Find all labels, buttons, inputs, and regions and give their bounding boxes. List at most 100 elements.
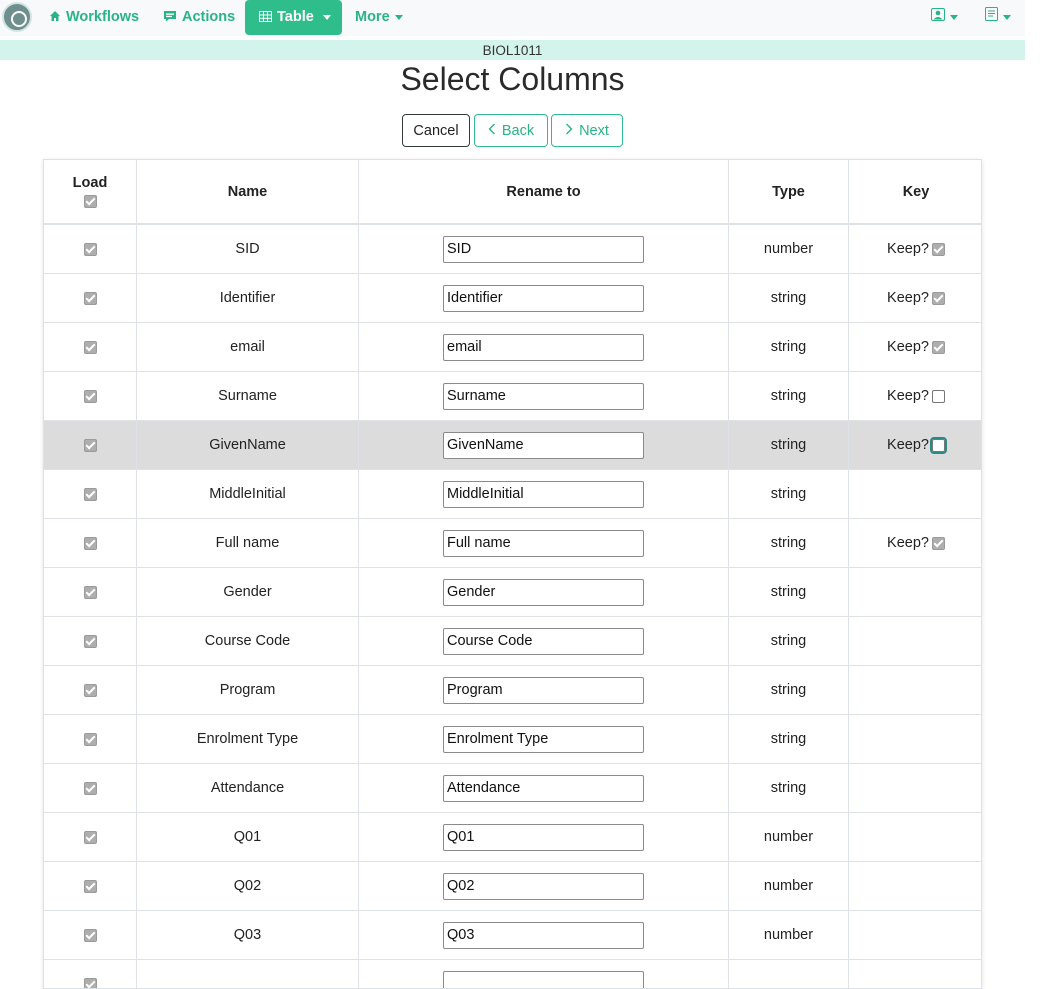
load-cell <box>44 519 137 567</box>
user-menu[interactable] <box>931 0 958 35</box>
load-checkbox[interactable] <box>84 439 97 452</box>
column-type <box>729 960 849 989</box>
column-type: string <box>729 666 849 714</box>
rename-input[interactable] <box>443 873 644 900</box>
nav-actions[interactable]: Actions <box>163 0 235 35</box>
key-cell: Keep? <box>849 323 982 371</box>
rename-cell <box>359 372 729 420</box>
next-button[interactable]: Next <box>551 114 623 147</box>
nav-workflows[interactable]: Workflows <box>49 0 139 35</box>
load-checkbox[interactable] <box>84 880 97 893</box>
rename-cell <box>359 323 729 371</box>
select-all-checkbox[interactable] <box>84 195 97 208</box>
chevron-left-icon <box>488 123 496 139</box>
column-name: Gender <box>137 568 359 616</box>
column-type: string <box>729 274 849 322</box>
keep-checkbox[interactable] <box>932 243 945 256</box>
rename-input[interactable] <box>443 677 644 704</box>
rename-input[interactable] <box>443 481 644 508</box>
header-load-label: Load <box>73 175 108 191</box>
rename-cell <box>359 421 729 469</box>
keep-checkbox[interactable] <box>932 292 945 305</box>
rename-input[interactable] <box>443 236 644 263</box>
cancel-button[interactable]: Cancel <box>402 114 470 147</box>
table-row: MiddleInitialstring <box>44 470 982 519</box>
load-checkbox[interactable] <box>84 586 97 599</box>
app-logo[interactable] <box>2 2 32 32</box>
keep-checkbox[interactable] <box>932 390 945 403</box>
load-cell <box>44 274 137 322</box>
load-checkbox[interactable] <box>84 733 97 746</box>
rename-cell <box>359 813 729 861</box>
page-title: Select Columns <box>0 61 1025 98</box>
table-row: emailstringKeep? <box>44 323 982 372</box>
rename-input[interactable] <box>443 922 644 949</box>
rename-input[interactable] <box>443 432 644 459</box>
rename-input[interactable] <box>443 579 644 606</box>
keep-checkbox[interactable] <box>932 439 945 452</box>
load-cell <box>44 323 137 371</box>
rename-input[interactable] <box>443 383 644 410</box>
docs-menu[interactable] <box>985 0 1011 35</box>
table-row: Q02number <box>44 862 982 911</box>
keep-label: Keep? <box>887 241 929 257</box>
keep-checkbox[interactable] <box>932 341 945 354</box>
back-label: Back <box>502 123 534 139</box>
header-load: Load <box>44 160 137 223</box>
table-row: Attendancestring <box>44 764 982 813</box>
load-checkbox[interactable] <box>84 341 97 354</box>
nav-table-label: Table <box>277 0 314 35</box>
column-type: number <box>729 225 849 273</box>
key-cell <box>849 764 982 812</box>
load-checkbox[interactable] <box>84 978 97 989</box>
nav-table[interactable]: Table <box>245 0 342 35</box>
header-type: Type <box>729 160 849 223</box>
load-checkbox[interactable] <box>84 390 97 403</box>
rename-input[interactable] <box>443 726 644 753</box>
key-cell: Keep? <box>849 274 982 322</box>
table-icon <box>259 0 272 35</box>
column-type: string <box>729 470 849 518</box>
load-checkbox[interactable] <box>84 488 97 501</box>
rename-input[interactable] <box>443 775 644 802</box>
rename-cell <box>359 862 729 910</box>
rename-input[interactable] <box>443 824 644 851</box>
course-bar: BIOL1011 <box>0 40 1025 60</box>
load-checkbox[interactable] <box>84 782 97 795</box>
load-checkbox[interactable] <box>84 292 97 305</box>
column-name: Course Code <box>137 617 359 665</box>
load-checkbox[interactable] <box>84 684 97 697</box>
keep-label: Keep? <box>887 388 929 404</box>
rename-input[interactable] <box>443 971 644 989</box>
keep-checkbox[interactable] <box>932 537 945 550</box>
rename-cell <box>359 274 729 322</box>
table-row: Full namestringKeep? <box>44 519 982 568</box>
nav-more[interactable]: More <box>355 0 403 35</box>
rename-input[interactable] <box>443 530 644 557</box>
back-button[interactable]: Back <box>474 114 548 147</box>
book-icon <box>985 0 998 35</box>
rename-input[interactable] <box>443 628 644 655</box>
load-checkbox[interactable] <box>84 635 97 648</box>
column-type: string <box>729 715 849 763</box>
key-cell <box>849 715 982 763</box>
load-checkbox[interactable] <box>84 537 97 550</box>
table-row: SIDnumberKeep? <box>44 225 982 274</box>
load-checkbox[interactable] <box>84 831 97 844</box>
load-cell <box>44 372 137 420</box>
load-cell <box>44 911 137 959</box>
table-row: Q01number <box>44 813 982 862</box>
rename-cell <box>359 715 729 763</box>
key-cell: Keep? <box>849 225 982 273</box>
load-checkbox[interactable] <box>84 243 97 256</box>
load-checkbox[interactable] <box>84 929 97 942</box>
rename-input[interactable] <box>443 285 644 312</box>
key-cell <box>849 617 982 665</box>
rename-cell <box>359 470 729 518</box>
key-cell <box>849 813 982 861</box>
rename-input[interactable] <box>443 334 644 361</box>
key-cell <box>849 862 982 910</box>
key-cell <box>849 470 982 518</box>
column-name: GivenName <box>137 421 359 469</box>
column-type: number <box>729 862 849 910</box>
